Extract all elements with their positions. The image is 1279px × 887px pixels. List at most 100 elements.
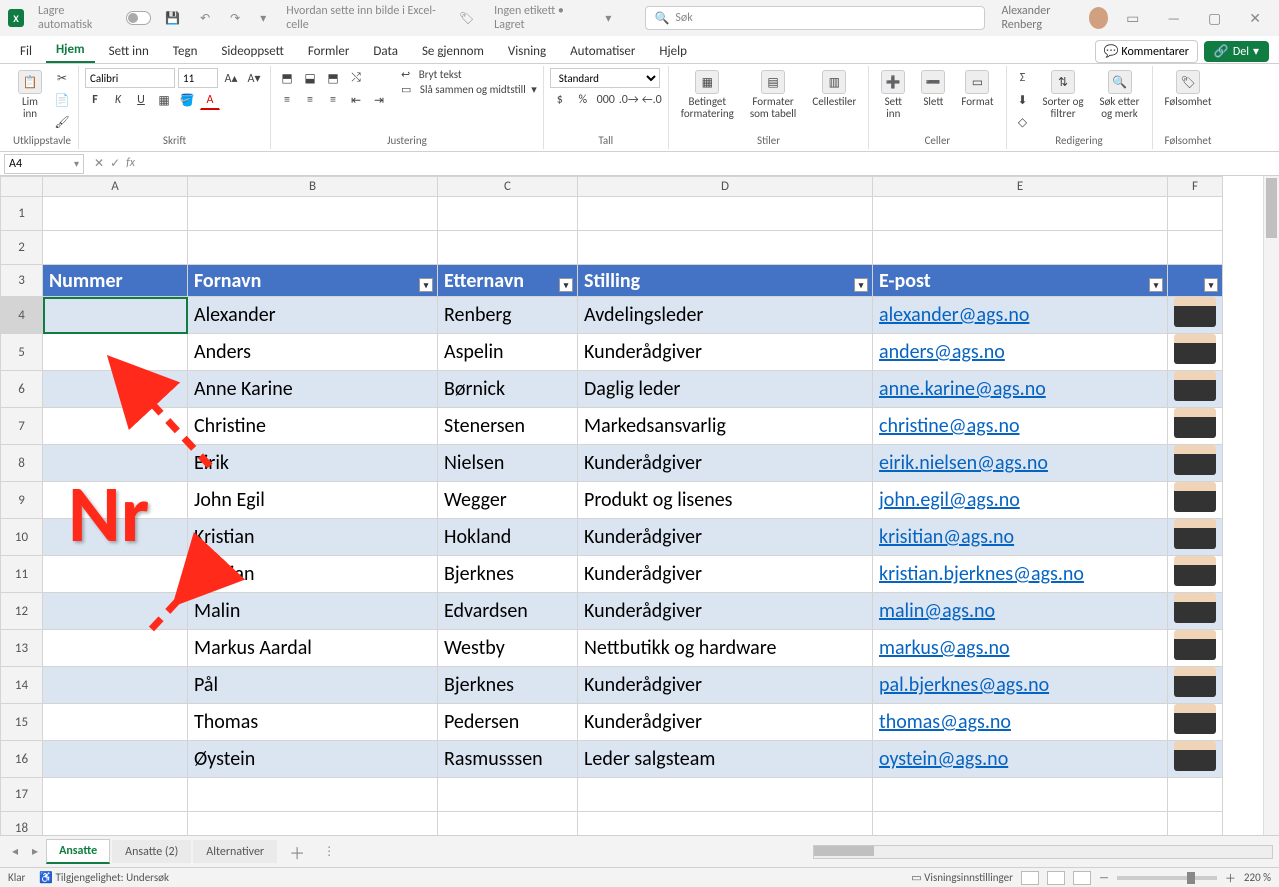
row-header[interactable]: 9 [1, 482, 43, 519]
cell-nummer[interactable] [43, 371, 188, 408]
cell-epost[interactable]: oystein@ags.no [873, 741, 1168, 778]
cell-photo[interactable] [1168, 408, 1223, 445]
account-button[interactable]: Alexander Renberg [1001, 4, 1108, 32]
cell-etternavn[interactable]: Pedersen [438, 704, 578, 741]
cell-etternavn[interactable]: Rasmusssen [438, 741, 578, 778]
cell[interactable] [873, 197, 1168, 231]
sensitivity-button[interactable]: 🏷Følsomhet [1159, 68, 1218, 110]
cell-etternavn[interactable]: Aspelin [438, 334, 578, 371]
row-header[interactable]: 12 [1, 593, 43, 630]
cell[interactable] [43, 812, 188, 836]
horizontal-scrollbar[interactable] [813, 845, 1273, 859]
fill-icon[interactable]: ⬇ [1013, 90, 1033, 110]
cell[interactable] [1168, 231, 1223, 265]
cell-etternavn[interactable]: Børnick [438, 371, 578, 408]
cell-epost[interactable]: christine@ags.no [873, 408, 1168, 445]
cell-epost[interactable]: kristian.bjerknes@ags.no [873, 556, 1168, 593]
cell-nummer[interactable] [43, 334, 188, 371]
cut-icon[interactable]: ✂ [52, 68, 72, 88]
doc-dropdown-icon[interactable]: ▾ [599, 9, 617, 28]
cell-nummer[interactable] [43, 408, 188, 445]
cell-photo[interactable] [1168, 593, 1223, 630]
search-box[interactable]: 🔍 Søk [645, 6, 985, 30]
find-select-button[interactable]: 🔍Søk etter og merk [1094, 68, 1146, 122]
align-left-icon[interactable]: ≡ [277, 90, 297, 110]
cell-stilling[interactable]: Daglig leder [578, 371, 873, 408]
cell[interactable] [873, 778, 1168, 812]
spreadsheet-grid[interactable]: A B C D E F 123 Nummer Fornavn▾ Etternav… [0, 176, 1279, 835]
undo-icon[interactable]: ↶ [194, 9, 216, 28]
cell-epost[interactable]: krisitian@ags.no [873, 519, 1168, 556]
sheet-nav-next-icon[interactable]: ▸ [26, 844, 44, 859]
cell-stilling[interactable]: Kunderådgiver [578, 334, 873, 371]
align-center-icon[interactable]: ≡ [300, 90, 320, 110]
email-link[interactable]: thomas@ags.no [879, 710, 1011, 734]
accessibility-status[interactable]: ♿ Tilgjengelighet: Undersøk [39, 871, 169, 884]
cell[interactable] [188, 778, 438, 812]
header-fornavn[interactable]: Fornavn▾ [188, 265, 438, 297]
cell-nummer[interactable] [43, 593, 188, 630]
cell-fornavn[interactable]: Øystein [188, 741, 438, 778]
sort-filter-button[interactable]: ⇅Sorter og filtrer [1037, 68, 1090, 122]
increase-font-icon[interactable]: A▴ [221, 68, 241, 88]
tab-hjem[interactable]: Hjem [46, 38, 95, 63]
border-icon[interactable]: ▦ [154, 90, 174, 110]
enter-formula-icon[interactable]: ✓ [110, 156, 120, 171]
cell-nummer[interactable] [43, 704, 188, 741]
row-header[interactable]: 2 [1, 231, 43, 265]
row-header[interactable]: 18 [1, 812, 43, 836]
header-etternavn[interactable]: Etternavn▾ [438, 265, 578, 297]
col-header-D[interactable]: D [578, 177, 873, 197]
cell-stilling[interactable]: Kunderådgiver [578, 704, 873, 741]
cell-epost[interactable]: pal.bjerknes@ags.no [873, 667, 1168, 704]
tab-settinn[interactable]: Sett inn [99, 40, 159, 63]
label-status[interactable]: Ingen etikett • Lagret [488, 2, 591, 34]
tab-tegn[interactable]: Tegn [163, 40, 208, 63]
cell-stilling[interactable]: Kunderådgiver [578, 667, 873, 704]
cell-fornavn[interactable]: Kristian [188, 519, 438, 556]
cell-epost[interactable]: thomas@ags.no [873, 704, 1168, 741]
row-header[interactable]: 6 [1, 371, 43, 408]
filter-dropdown-icon[interactable]: ▾ [559, 278, 573, 292]
cell-nummer[interactable] [43, 556, 188, 593]
cell-styles-button[interactable]: ▥Cellestiler [806, 68, 862, 110]
cell-etternavn[interactable]: Westby [438, 630, 578, 667]
cell-stilling[interactable]: Avdelingsleder [578, 297, 873, 334]
comments-button[interactable]: 💬 Kommentarer [1095, 40, 1198, 63]
col-header-C[interactable]: C [438, 177, 578, 197]
insert-cells-button[interactable]: ➕Sett inn [875, 68, 911, 122]
cell-etternavn[interactable]: Wegger [438, 482, 578, 519]
zoom-slider[interactable] [1117, 876, 1217, 880]
cell-fornavn[interactable]: Alexander [188, 297, 438, 334]
conditional-formatting-button[interactable]: ▦Betinget formatering [675, 68, 740, 122]
cell-photo[interactable] [1168, 334, 1223, 371]
zoom-out-icon[interactable]: — [1099, 871, 1109, 884]
email-link[interactable]: krisitian@ags.no [879, 525, 1014, 549]
cell-stilling[interactable]: Leder salgsteam [578, 741, 873, 778]
cell-stilling[interactable]: Kunderådgiver [578, 519, 873, 556]
email-link[interactable]: kristian.bjerknes@ags.no [879, 562, 1084, 586]
email-link[interactable]: christine@ags.no [879, 414, 1020, 438]
sheet-tab-alternativer[interactable]: Alternativer [193, 840, 277, 863]
maximize-icon[interactable]: ▢ [1198, 8, 1231, 29]
format-as-table-button[interactable]: ▤Formater som tabell [744, 68, 803, 122]
font-name-combo[interactable] [85, 68, 175, 88]
cell[interactable] [188, 231, 438, 265]
cell-nummer[interactable] [43, 667, 188, 704]
tab-sideoppsett[interactable]: Sideoppsett [211, 40, 293, 63]
row-header[interactable]: 7 [1, 408, 43, 445]
cell-fornavn[interactable]: Anne Karine [188, 371, 438, 408]
cell-stilling[interactable]: Kunderådgiver [578, 593, 873, 630]
cell-etternavn[interactable]: Nielsen [438, 445, 578, 482]
cell-fornavn[interactable]: Christine [188, 408, 438, 445]
paste-button[interactable]: 📋Lim inn [12, 68, 48, 122]
cell-photo[interactable] [1168, 667, 1223, 704]
cell-etternavn[interactable]: Edvardsen [438, 593, 578, 630]
cell-nummer[interactable] [43, 630, 188, 667]
col-header-A[interactable]: A [43, 177, 188, 197]
email-link[interactable]: pal.bjerknes@ags.no [879, 673, 1049, 697]
cell[interactable] [43, 778, 188, 812]
cell-fornavn[interactable]: Markus Aardal [188, 630, 438, 667]
save-icon[interactable]: 💾 [159, 9, 186, 28]
cell[interactable] [1168, 778, 1223, 812]
